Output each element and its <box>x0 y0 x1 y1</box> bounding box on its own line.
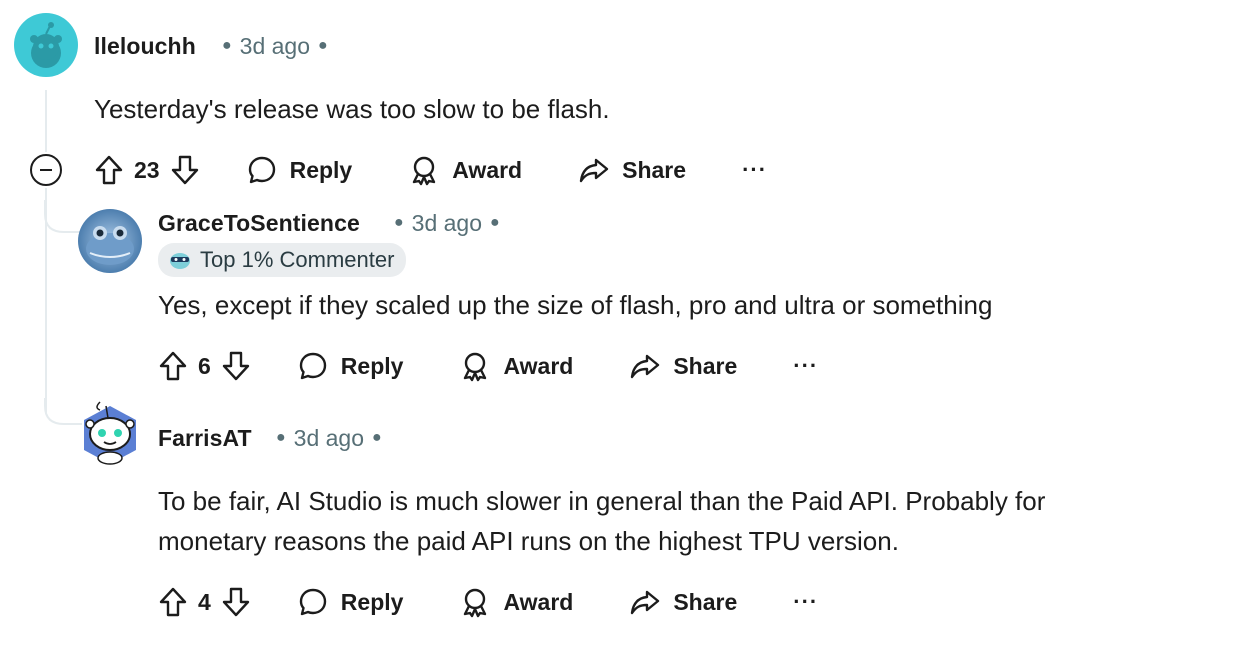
share-icon <box>579 158 609 183</box>
comment-author[interactable]: GraceToSentience <box>158 210 360 237</box>
comment-bubble-icon <box>299 588 326 616</box>
comment-body: Yes, except if they scaled up the size o… <box>158 290 993 320</box>
reply-button[interactable]: Reply <box>297 346 404 386</box>
upvote-icon[interactable] <box>158 582 188 622</box>
comment-meta: ● 3d ago ● <box>268 425 390 452</box>
frog-avatar-icon <box>78 209 142 273</box>
more-options-button[interactable]: ··· <box>793 346 818 386</box>
comment-body: Yesterday's release was too slow to be f… <box>94 94 610 124</box>
award-button[interactable]: Award <box>408 150 522 190</box>
vote-count: 6 <box>198 352 211 379</box>
comment-author[interactable]: llelouchh <box>94 33 196 60</box>
downvote-icon[interactable] <box>221 346 251 386</box>
comment-body: To be fair, AI Studio is much slower in … <box>158 481 1045 561</box>
comment-actions: 4 Reply Award Share ··· <box>158 582 818 622</box>
minus-icon <box>40 169 52 171</box>
more-icon: ··· <box>793 353 819 378</box>
share-button[interactable]: Share <box>629 346 737 386</box>
award-label: Award <box>503 352 574 379</box>
share-icon <box>631 354 660 379</box>
share-label: Share <box>622 156 687 183</box>
separator-dot: ● <box>394 213 404 231</box>
award-button[interactable]: Award <box>459 582 573 622</box>
thread-line-main <box>45 90 47 152</box>
vote-group: 4 <box>158 582 251 622</box>
comment-author[interactable]: FarrisAT <box>158 425 252 452</box>
share-button[interactable]: Share <box>578 150 686 190</box>
downvote-icon[interactable] <box>170 150 200 190</box>
vote-group: 6 <box>158 346 251 386</box>
reply-button[interactable]: Reply <box>297 582 404 622</box>
flair-label: Top 1% Commenter <box>200 247 395 272</box>
downvote-icon[interactable] <box>221 582 251 622</box>
separator-dot: ● <box>318 36 328 54</box>
award-button[interactable]: Award <box>459 346 573 386</box>
comment-actions: 23 Reply Award Share ··· <box>94 150 767 190</box>
snoo-avatar-icon <box>84 401 136 465</box>
separator-dot: ● <box>490 213 500 231</box>
reply-label: Reply <box>289 156 353 183</box>
avatar[interactable] <box>78 209 142 273</box>
share-icon <box>631 590 660 615</box>
award-icon <box>413 156 436 186</box>
comment-age[interactable]: 3d ago <box>240 33 310 59</box>
reply-label: Reply <box>340 588 404 615</box>
collapse-thread-button[interactable] <box>30 154 62 186</box>
reply-button[interactable]: Reply <box>246 150 353 190</box>
thread-connector-1 <box>44 200 82 233</box>
vote-count: 23 <box>134 156 160 183</box>
comment-bubble-icon <box>248 156 275 184</box>
comment-age[interactable]: 3d ago <box>412 210 482 236</box>
vote-count: 4 <box>198 588 211 615</box>
flair-icon <box>168 248 192 272</box>
more-icon: ··· <box>742 157 768 182</box>
more-options-button[interactable]: ··· <box>793 582 818 622</box>
award-label: Award <box>503 588 574 615</box>
award-icon <box>464 352 487 382</box>
separator-dot: ● <box>276 428 286 446</box>
avatar[interactable] <box>78 400 142 468</box>
award-label: Award <box>452 156 523 183</box>
avatar[interactable] <box>14 13 78 77</box>
comment-actions: 6 Reply Award Share ··· <box>158 346 818 386</box>
comment-bubble-icon <box>299 352 326 380</box>
share-button[interactable]: Share <box>629 582 737 622</box>
comment-meta: ● 3d ago ● <box>214 33 336 60</box>
comment-body-line: monetary reasons the paid API runs on th… <box>158 526 899 556</box>
upvote-icon[interactable] <box>94 150 124 190</box>
reply-label: Reply <box>340 352 404 379</box>
separator-dot: ● <box>222 36 232 54</box>
comment-age[interactable]: 3d ago <box>294 425 364 451</box>
more-icon: ··· <box>793 589 819 614</box>
snoo-icon <box>30 22 62 68</box>
share-label: Share <box>673 588 738 615</box>
comment-meta: ● 3d ago ● <box>386 210 508 237</box>
more-options-button[interactable]: ··· <box>742 150 767 190</box>
user-flair: Top 1% Commenter <box>158 243 407 277</box>
separator-dot: ● <box>372 428 382 446</box>
comment-body-line: To be fair, AI Studio is much slower in … <box>158 486 1046 516</box>
award-icon <box>464 588 487 618</box>
upvote-icon[interactable] <box>158 346 188 386</box>
vote-group: 23 <box>94 150 200 190</box>
share-label: Share <box>673 352 738 379</box>
